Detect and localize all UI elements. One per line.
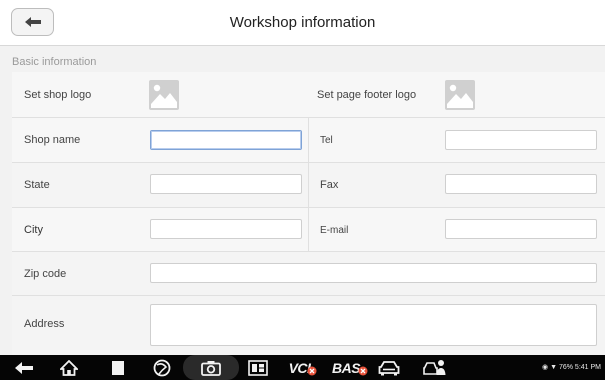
nav-bas-button[interactable]: BAS <box>328 355 372 380</box>
shop-logo-image-icon[interactable] <box>149 80 179 110</box>
car-icon <box>378 360 400 375</box>
nav-car-service-button[interactable] <box>420 355 450 380</box>
recent-apps-icon <box>112 360 124 375</box>
shop-name-label: Shop name <box>24 134 81 146</box>
page-title: Workshop information <box>229 14 376 31</box>
address-label: Address <box>24 318 65 330</box>
zip-code-input[interactable] <box>150 263 597 283</box>
nav-screen-record-button[interactable] <box>244 355 272 380</box>
shop-logo-label: Set shop logo <box>24 89 92 101</box>
footer-logo-image-icon[interactable] <box>445 80 475 110</box>
email-input[interactable] <box>445 219 597 239</box>
logo-row: Set shop logo Set page footer logo <box>12 72 605 118</box>
browser-icon <box>153 359 171 376</box>
state-input[interactable] <box>150 174 302 194</box>
camera-icon <box>201 360 221 376</box>
bas-status-icon <box>358 366 368 375</box>
workshop-form: Set shop logo Set page footer logo Shop … <box>12 72 605 355</box>
title-bar: Workshop information <box>0 0 605 46</box>
nav-vci-button[interactable]: VCI <box>282 355 324 380</box>
nav-car-button[interactable] <box>375 355 403 380</box>
car-service-icon <box>423 359 446 375</box>
state-label: State <box>24 179 50 191</box>
signal-icon: ◉ ▼ <box>542 364 558 371</box>
bas-label: BAS <box>331 359 361 376</box>
city-input[interactable] <box>150 219 302 239</box>
back-arrow-icon <box>24 17 41 27</box>
email-label: E-mail <box>320 225 349 236</box>
column-divider <box>308 118 309 252</box>
tel-input[interactable] <box>445 130 597 150</box>
status-bar: ◉ ▼ 76% 5:41 PM <box>542 355 601 380</box>
nav-back-button[interactable] <box>10 355 38 380</box>
nav-recent-apps-button[interactable] <box>104 355 132 380</box>
city-label: City <box>24 224 43 236</box>
back-button[interactable] <box>11 8 54 36</box>
shop-name-input[interactable] <box>150 130 302 150</box>
back-arrow-icon <box>15 361 33 374</box>
footer-logo-label: Set page footer logo <box>317 89 417 101</box>
address-input[interactable] <box>150 304 597 346</box>
status-text: 76% 5:41 PM <box>558 364 601 371</box>
address-row: Address <box>12 296 605 355</box>
screen-record-icon <box>248 359 268 376</box>
fax-input[interactable] <box>445 174 597 194</box>
nav-home-button[interactable] <box>55 355 83 380</box>
section-label: Basic information <box>12 56 97 68</box>
home-icon <box>60 359 78 376</box>
fax-label: Fax <box>320 179 339 191</box>
nav-browser-button[interactable] <box>148 355 176 380</box>
vci-status-icon <box>307 366 317 375</box>
nav-camera-button[interactable] <box>197 355 225 380</box>
zip-code-label: Zip code <box>24 268 67 280</box>
system-nav-bar: VCI BAS ◉ ▼ 76% 5:41 PM <box>0 355 605 380</box>
zip-row: Zip code <box>12 252 605 296</box>
tel-label: Tel <box>320 135 333 146</box>
